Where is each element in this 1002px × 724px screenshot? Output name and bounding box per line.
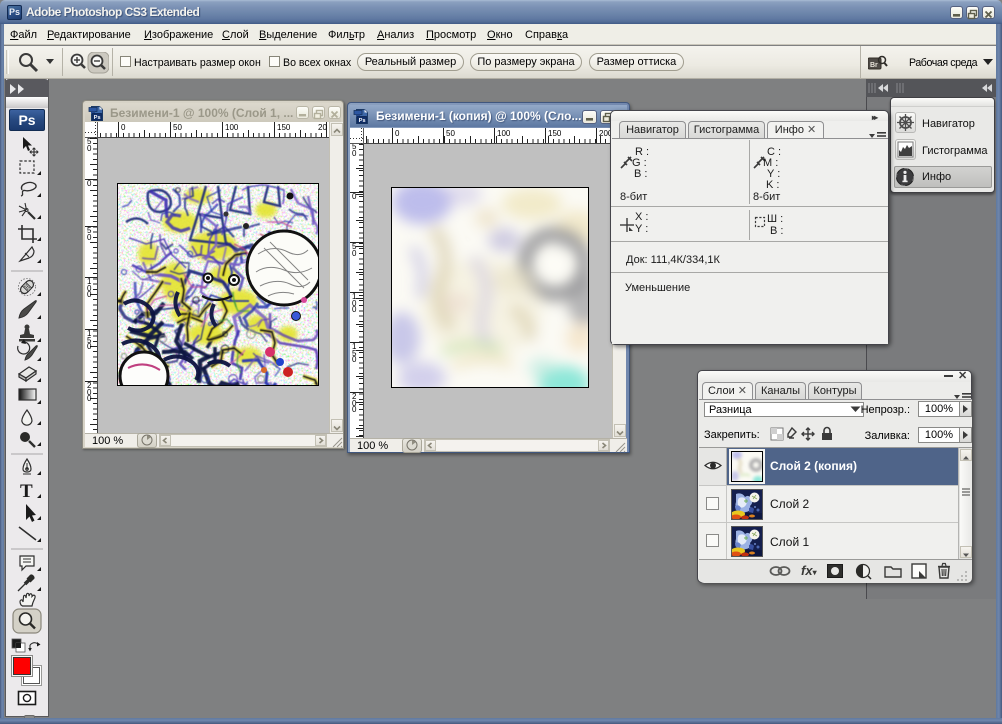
svg-text:Ps: Ps (94, 115, 101, 121)
svg-text:T: T (20, 481, 33, 502)
svg-text:Br: Br (870, 62, 878, 69)
svg-text:Ps: Ps (359, 118, 366, 124)
